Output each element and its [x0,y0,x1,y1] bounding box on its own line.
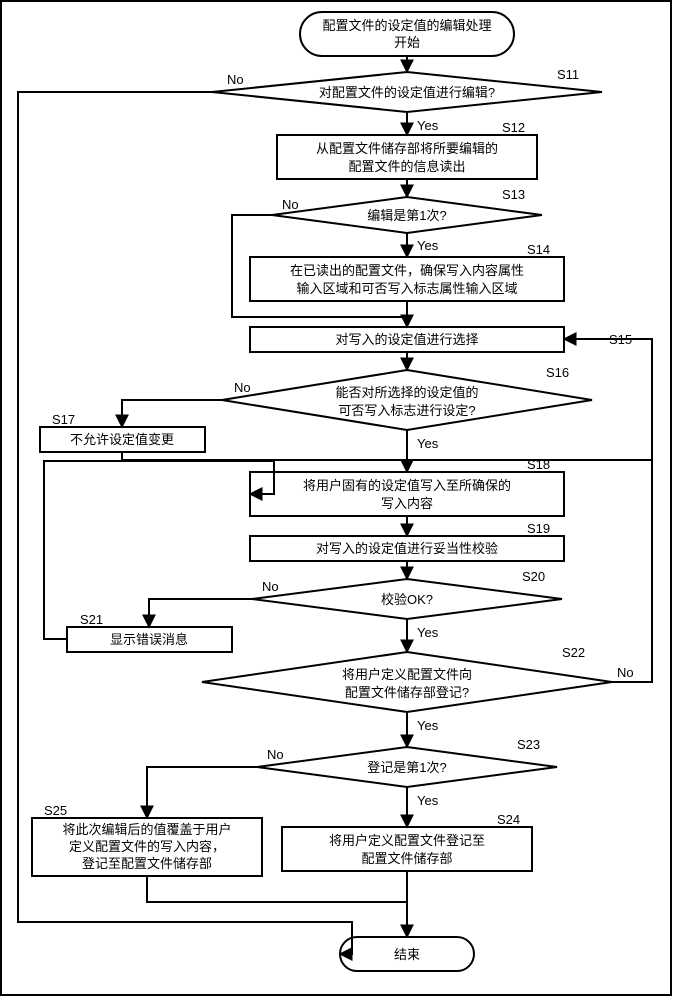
svg-text:S25: S25 [44,803,67,818]
svg-text:S16: S16 [546,365,569,380]
svg-text:对写入的设定值进行妥当性校验: 对写入的设定值进行妥当性校验 [316,541,498,556]
svg-text:Yes: Yes [417,625,439,640]
svg-text:S19: S19 [527,521,550,536]
svg-text:S14: S14 [527,242,550,257]
svg-text:Yes: Yes [417,118,439,133]
svg-text:从配置文件储存部将所要编辑的: 从配置文件储存部将所要编辑的 [316,141,498,156]
svg-text:能否对所选择的设定值的: 能否对所选择的设定值的 [335,385,478,400]
svg-text:Yes: Yes [417,793,439,808]
svg-text:配置文件的信息读出: 配置文件的信息读出 [348,159,465,174]
node-start: 配置文件的设定值的编辑处理 开始 [300,12,514,56]
svg-text:S22: S22 [562,645,585,660]
svg-text:编辑是第1次?: 编辑是第1次? [367,208,446,223]
svg-text:输入区域和可否写入标志属性输入区域: 输入区域和可否写入标志属性输入区域 [296,281,517,296]
svg-text:S12: S12 [502,120,525,135]
svg-text:Yes: Yes [417,238,439,253]
svg-text:登记至配置文件储存部: 登记至配置文件储存部 [82,856,212,871]
svg-text:S20: S20 [522,569,545,584]
svg-text:S17: S17 [52,412,75,427]
node-end: 结束 [340,937,474,971]
svg-text:定义配置文件的写入内容，: 定义配置文件的写入内容， [69,839,225,854]
svg-text:No: No [227,72,244,87]
svg-text:S21: S21 [80,612,103,627]
svg-text:Yes: Yes [417,436,439,451]
flowchart-svg: 配置文件的设定值的编辑处理 开始 对配置文件的设定值进行编辑? S11 Yes … [2,2,674,998]
svg-text:将用户定义配置文件登记至: 将用户定义配置文件登记至 [329,833,485,848]
svg-text:No: No [267,747,284,762]
svg-text:写入内容: 写入内容 [381,496,433,511]
svg-text:S23: S23 [517,737,540,752]
svg-text:在已读出的配置文件，确保写入内容属性: 在已读出的配置文件，确保写入内容属性 [290,263,524,278]
svg-text:对配置文件的设定值进行编辑?: 对配置文件的设定值进行编辑? [319,85,495,100]
svg-text:No: No [234,380,251,395]
node-s22: 将用户定义配置文件向 配置文件储存部登记? S22 Yes No [202,645,634,733]
svg-text:S24: S24 [497,812,520,827]
start-text2: 开始 [394,35,420,50]
svg-text:校验OK?: 校验OK? [381,592,433,607]
svg-text:将此次编辑后的值覆盖于用户: 将此次编辑后的值覆盖于用户 [62,822,231,837]
svg-text:No: No [262,579,279,594]
flowchart-container: 配置文件的设定值的编辑处理 开始 对配置文件的设定值进行编辑? S11 Yes … [0,0,672,996]
svg-text:Yes: Yes [417,718,439,733]
svg-text:将用户固有的设定值写入至所确保的: 将用户固有的设定值写入至所确保的 [303,478,511,493]
svg-text:显示错误消息: 显示错误消息 [110,632,188,647]
start-text: 配置文件的设定值的编辑处理 [322,18,491,33]
svg-text:登记是第1次?: 登记是第1次? [367,760,446,775]
svg-text:不允许设定值变更: 不允许设定值变更 [70,432,174,447]
svg-text:No: No [617,665,634,680]
svg-text:配置文件储存部登记?: 配置文件储存部登记? [345,685,469,700]
svg-text:可否写入标志进行设定?: 可否写入标志进行设定? [338,403,475,418]
svg-text:将用户定义配置文件向: 将用户定义配置文件向 [342,667,472,682]
svg-text:结束: 结束 [394,947,420,962]
svg-text:配置文件储存部: 配置文件储存部 [361,851,452,866]
svg-text:No: No [282,197,299,212]
svg-text:S13: S13 [502,187,525,202]
svg-text:对写入的设定值进行选择: 对写入的设定值进行选择 [335,332,478,347]
svg-text:S11: S11 [557,67,579,82]
